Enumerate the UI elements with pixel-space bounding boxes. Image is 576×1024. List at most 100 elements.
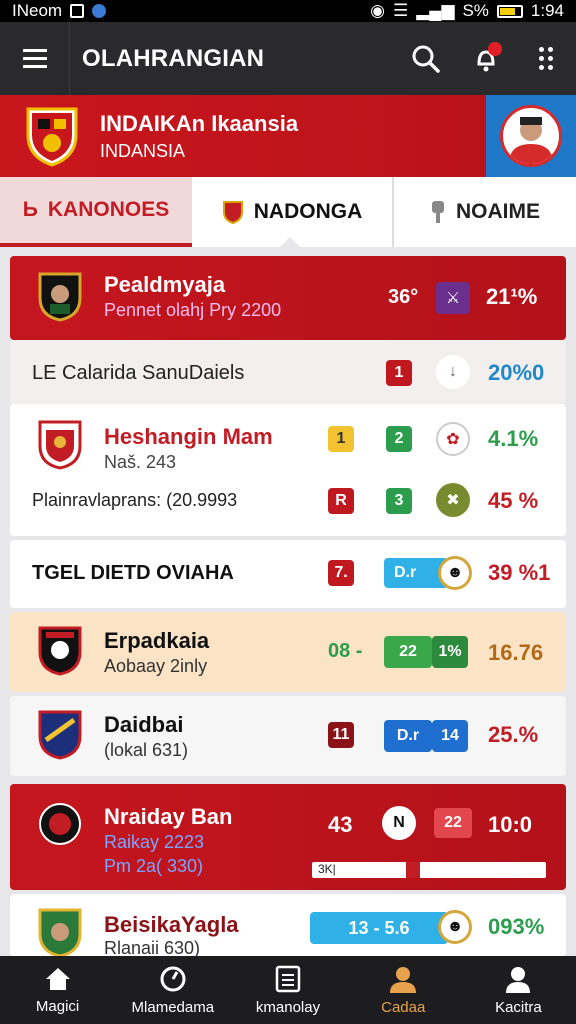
wifi-icon: ☰ (392, 1, 409, 20)
team-name: BeisikaYagla (104, 912, 239, 937)
list-item[interactable]: Daidbai (lokal 631) 11 D.r 14 25.% (10, 696, 566, 776)
team-name: Daidbai (104, 712, 184, 737)
tab-label: KANONOES (47, 198, 170, 221)
player-avatar[interactable] (486, 95, 576, 177)
home-icon (45, 967, 70, 990)
notification-badge (488, 42, 502, 56)
stat-value: 36° (388, 286, 419, 308)
team-icon (390, 966, 417, 993)
team-subtitle: (lokal 631) (104, 740, 189, 760)
nav-item-profile-team[interactable]: Cadaa (346, 956, 461, 1024)
nav-label: Mlamedama (131, 998, 215, 1016)
tab-nadonga[interactable]: NADONGA (192, 177, 392, 247)
banner-subtitle: INDANSIA (100, 140, 186, 161)
more-options-icon[interactable] (516, 22, 576, 95)
battery-icon (496, 4, 523, 18)
team-name: Erpadkaia (104, 628, 210, 653)
team-subtitle: Raikay 2223 (104, 832, 205, 852)
team-subtitle-2: Pm 2a( 330) (104, 856, 204, 876)
score-badge: 1 (386, 360, 412, 386)
stat-percent: 21¹% (486, 284, 538, 309)
info-icon: ↓ (436, 355, 470, 389)
crossed-swords-icon: ⚔ (436, 282, 470, 314)
list-item[interactable]: Heshangin Mam Naš. 243 1 2 ✿ 4.1% Plainr… (10, 404, 566, 536)
status-bar: INeom ◉ ☰ ▂▄▆ S% 1:94 (0, 0, 576, 22)
stat-percent: 10:0 (488, 812, 533, 837)
signal-icon: ▂▄▆ (416, 1, 455, 20)
nav-label: kmanolay (255, 998, 321, 1016)
team-logo-icon: ✿ (436, 422, 470, 456)
nav-item-matches[interactable]: Mlamedama (115, 956, 230, 1024)
tab-kanonoes[interactable]: Ь KANONOES (0, 177, 192, 247)
score-pill: D.r (384, 720, 432, 752)
shield-icon (222, 201, 243, 224)
nav-item-home[interactable]: Magici (0, 956, 115, 1024)
team-crest-icon (38, 420, 82, 470)
alarm-icon: ◉ (370, 1, 385, 20)
notification-icon[interactable] (456, 22, 516, 95)
stat-percent: 39 %1 (488, 560, 551, 585)
score-badge: 22 (384, 636, 432, 668)
nav-item-account[interactable]: Kacitra (461, 956, 576, 1024)
progress-bar: 3K| (312, 862, 546, 878)
battery-percent: S% (462, 1, 489, 20)
clock-icon (160, 966, 186, 991)
team-crest-icon (39, 803, 81, 845)
list-item[interactable]: Pealdmyaja Pennet olahj Pry 2200 36° ⚔ 2… (10, 256, 566, 340)
list-icon (275, 965, 301, 992)
photo-icon (70, 4, 85, 18)
list-item[interactable]: Nraiday Ban Raikay 2223 Pm 2a( 330) 43 N… (10, 784, 566, 890)
list-item[interactable]: Erpadkaia Aobaay 2inly 08 - 22 1% 16.76 (10, 612, 566, 692)
nav-label: Kacitra (495, 998, 542, 1016)
score-badge: 22 (434, 808, 472, 838)
bottom-navigation: Magici Mlamedama kmanolay Cadaa Kacitra (0, 956, 576, 1024)
browser-icon (92, 4, 107, 18)
banner-title: INDAIKAn Ikaansia (100, 110, 299, 136)
search-icon[interactable] (396, 22, 456, 95)
score-badge: 3 (386, 488, 412, 514)
score-badge: 2 (386, 426, 412, 452)
tab-bar: Ь KANONOES NADONGA NOAIME (0, 177, 576, 247)
score-text: 08 - (328, 640, 363, 662)
team-banner[interactable]: INDAIKAn Ikaansia INDANSIA (0, 95, 576, 177)
team-subtitle: Aobaay 2inly (104, 656, 208, 676)
trophy-icon: Ь (22, 198, 38, 221)
nav-item-standings[interactable]: kmanolay (230, 956, 345, 1024)
team-subtitle: Naš. 243 (104, 452, 177, 472)
match-title: LE Calarida SanuDaiels (32, 362, 245, 384)
list-item[interactable]: BeisikaYagla Rlanaii 630) 13 - 5.6 ☻ 093… (10, 894, 566, 958)
key-icon (432, 201, 444, 223)
list-item[interactable]: LE Calarida SanuDaiels 1 ↓ 20%0 (10, 340, 566, 404)
team-crest-icon (38, 908, 82, 958)
clock: 1:94 (530, 1, 564, 20)
stat-value: 43 (328, 812, 353, 837)
score-badge: 1 (328, 426, 354, 452)
team-name: Pealdmyaja (104, 272, 226, 297)
score-badge: 1% (432, 636, 468, 668)
match-title: TGEL DIETD OVIAHA (32, 562, 234, 584)
app-bar: OLAHRANGIAN (0, 22, 576, 95)
stat-percent: 25.% (488, 722, 539, 747)
team-crest-icon (38, 626, 82, 676)
team-name: Heshangin Mam (104, 424, 273, 449)
stat-percent: 093% (488, 914, 545, 939)
team-crest-icon (26, 107, 78, 167)
app-title: OLAHRANGIAN (82, 44, 265, 72)
menu-icon[interactable] (0, 22, 70, 95)
match-title: Plainravlaprans: (20.9993 (32, 490, 238, 510)
score-badge: 11 (328, 722, 354, 748)
tab-label: NOAIME (456, 200, 540, 223)
score-badge: 14 (432, 720, 468, 752)
carrier-label: INeom (12, 1, 63, 20)
tab-noaime[interactable]: NOAIME (392, 177, 576, 247)
team-logo-icon: ☻ (438, 556, 472, 590)
nav-label: Cadaa (381, 998, 426, 1016)
list-item[interactable]: TGEL DIETD OVIAHA 7. D.r ☻ 39 %1 (10, 540, 566, 608)
nav-label: Magici (35, 997, 80, 1015)
user-icon (506, 966, 531, 993)
progress-marker (406, 862, 420, 878)
team-subtitle: Pennet olahj Pry 2200 (104, 300, 282, 320)
team-logo-icon: ✖ (436, 483, 470, 517)
stat-percent: 20%0 (488, 360, 545, 385)
score-badge: R (328, 488, 354, 514)
